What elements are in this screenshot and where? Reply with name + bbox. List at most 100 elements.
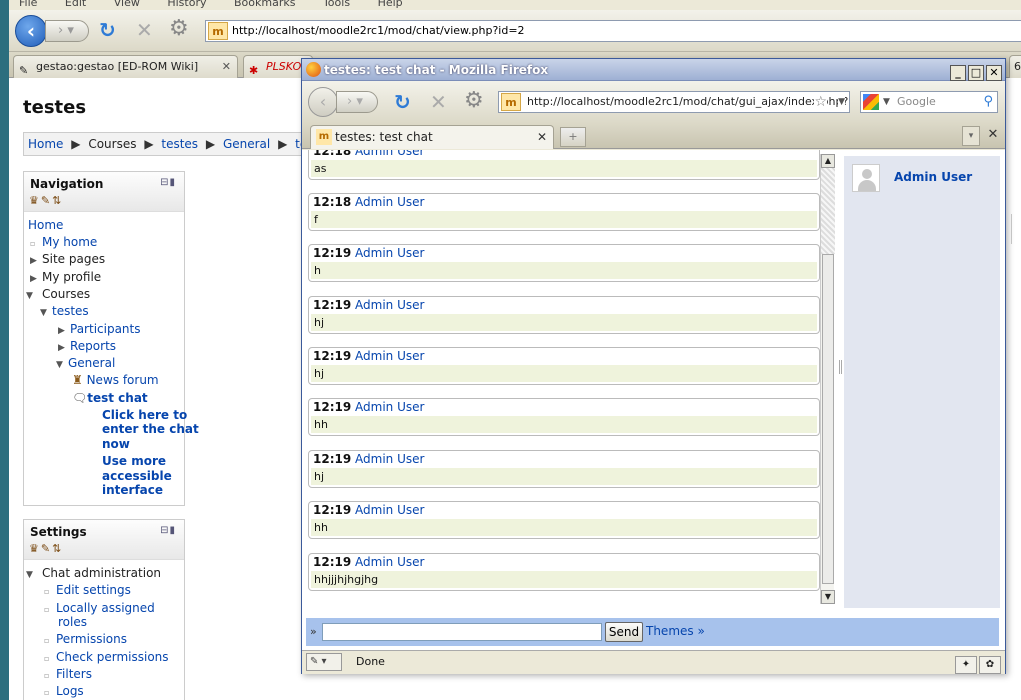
message-user[interactable]: Admin User <box>355 452 424 466</box>
tab-wiki[interactable]: ✎ gestao:gestao [ED-ROM Wiki] ✕ <box>13 55 238 78</box>
message-user[interactable]: Admin User <box>355 195 424 209</box>
nav-my-profile[interactable]: ▶ My profile <box>30 270 101 284</box>
status-bar: ✎ ▾ Done ✦ ✿ <box>302 650 1005 674</box>
back-button[interactable]: ‹ <box>308 87 338 117</box>
chat-link-accessible-1[interactable]: Use more <box>102 454 166 468</box>
url-dropdown-icon[interactable]: ▼ <box>838 92 845 112</box>
nav-label: My home <box>42 235 98 249</box>
message-text: hj <box>311 314 817 331</box>
chat-link-enter-1[interactable]: Click here to <box>102 408 187 422</box>
chat-link-enter-3[interactable]: now <box>102 437 130 451</box>
settings-chat-admin[interactable]: ▼ Chat administration <box>26 566 161 580</box>
bookmark-star-icon[interactable]: ☆ <box>814 92 827 112</box>
message-user[interactable]: Admin User <box>355 298 424 312</box>
nav-test-chat[interactable]: 🗨test chat <box>72 391 148 405</box>
pane-splitter[interactable] <box>839 360 842 374</box>
collapse-icon: ▼ <box>40 308 47 318</box>
message-user[interactable]: Admin User <box>355 555 424 569</box>
message-text: hj <box>311 365 817 382</box>
page-title: testes <box>23 97 87 118</box>
tab-list-button[interactable]: ▾ <box>962 126 980 146</box>
url-bar[interactable]: m http://localhost/moodle2rc1/mod/chat/v… <box>205 20 1021 42</box>
messages-scrollbar[interactable]: ▲ ▼ <box>820 154 835 604</box>
block-dock-icon[interactable]: ⊟▮ <box>160 525 176 536</box>
minimize-button[interactable]: _ <box>950 65 966 81</box>
stop-icon[interactable]: ✕ <box>136 18 153 42</box>
gear-icon[interactable]: ⚙ <box>464 88 484 113</box>
settings-local-roles[interactable]: ▫ Locally assigned <box>44 601 155 615</box>
settings-logs[interactable]: ▫ Logs <box>44 684 84 698</box>
user-name[interactable]: Admin User <box>894 170 972 184</box>
menu-tools[interactable]: Tools <box>323 0 350 9</box>
message-input[interactable] <box>322 623 602 641</box>
menu-file[interactable]: File <box>19 0 37 9</box>
stop-icon[interactable]: ✕ <box>430 90 447 114</box>
chat-link-accessible-3[interactable]: interface <box>102 483 163 497</box>
developer-tools-icon[interactable]: ✎ ▾ <box>306 653 342 671</box>
scroll-up-icon[interactable]: ▲ <box>821 154 835 168</box>
nav-my-home[interactable]: ▫ My home <box>30 235 97 249</box>
message-user[interactable]: Admin User <box>355 150 424 158</box>
nav-reports[interactable]: ▶ Reports <box>58 339 116 353</box>
message-user[interactable]: Admin User <box>355 349 424 363</box>
search-icon[interactable]: ⚲ <box>983 92 993 112</box>
block-dock-icon[interactable]: ⊟▮ <box>160 177 176 188</box>
message-user[interactable]: Admin User <box>355 400 424 414</box>
tab-close-icon[interactable]: ✕ <box>537 126 547 148</box>
breadcrumb-general[interactable]: General <box>223 137 270 151</box>
message-user[interactable]: Admin User <box>355 503 424 517</box>
new-tab-button[interactable]: + <box>560 127 586 147</box>
scroll-down-icon[interactable]: ▼ <box>821 590 835 604</box>
close-tab-button[interactable]: ✕ <box>984 126 1002 146</box>
nav-courses[interactable]: ▼ Courses <box>26 287 90 301</box>
settings-filters[interactable]: ▫ Filters <box>44 667 92 681</box>
menu-edit[interactable]: Edit <box>65 0 86 9</box>
tab-close-icon[interactable]: ✕ <box>222 56 231 77</box>
firebug-icon[interactable]: ✿ <box>979 656 1001 674</box>
reload-icon[interactable]: ↻ <box>394 90 411 114</box>
status-icons: ✦ ✿ <box>953 653 1001 675</box>
chat-message: 12:19 Admin User hj <box>308 347 820 385</box>
reload-icon[interactable]: ↻ <box>99 18 116 42</box>
back-button[interactable]: ‹ <box>15 15 47 47</box>
forward-button[interactable]: › ▾ <box>336 91 378 113</box>
close-button[interactable]: ✕ <box>986 65 1002 81</box>
block-tools-icon[interactable]: ♛✎⇅ <box>29 194 63 207</box>
scroll-track[interactable] <box>821 168 835 254</box>
breadcrumb-courses[interactable]: Courses <box>88 137 136 151</box>
breadcrumb-testes[interactable]: testes <box>161 137 198 151</box>
settings-check-permissions[interactable]: ▫ Check permissions <box>44 650 169 664</box>
settings-local-roles-2[interactable]: roles <box>58 615 87 629</box>
search-engine-dropdown-icon[interactable]: ▼ <box>883 92 890 112</box>
search-box[interactable]: ▼ Google ⚲ <box>860 91 998 113</box>
block-tools-icon[interactable]: ♛✎⇅ <box>29 542 63 555</box>
chat-message: 12:19 Admin User hj <box>308 296 820 334</box>
nav-site-pages[interactable]: ▶ Site pages <box>30 252 105 266</box>
menu-help[interactable]: Help <box>378 0 403 9</box>
forward-button[interactable]: › ▾ <box>45 20 89 42</box>
chat-link-enter-2[interactable]: enter the chat <box>102 422 199 436</box>
maximize-button[interactable]: □ <box>968 65 984 81</box>
themes-link[interactable]: Themes » <box>646 624 705 638</box>
scroll-thumb[interactable] <box>822 254 834 584</box>
nav-general[interactable]: ▼ General <box>56 356 115 370</box>
nav-participants[interactable]: ▶ Participants <box>58 322 141 336</box>
settings-edit[interactable]: ▫ Edit settings <box>44 583 131 597</box>
nav-testes[interactable]: ▼ testes <box>40 304 89 318</box>
nav-label: test chat <box>87 391 148 405</box>
addon-icon[interactable]: ✦ <box>955 656 977 674</box>
menu-bookmarks[interactable]: Bookmarks <box>234 0 295 9</box>
nav-news-forum[interactable]: ♜ News forum <box>72 373 159 387</box>
message-user[interactable]: Admin User <box>355 246 424 260</box>
gear-icon[interactable]: ⚙ <box>169 16 189 41</box>
chat-link-accessible-2[interactable]: accessible <box>102 469 172 483</box>
nav-home[interactable]: Home <box>28 218 63 232</box>
tab-test-chat[interactable]: m testes: test chat ✕ <box>310 125 554 149</box>
send-button[interactable]: Send <box>605 622 643 642</box>
menu-view[interactable]: View <box>114 0 140 9</box>
tab-partial[interactable]: 64 <box>1009 55 1021 78</box>
popup-url-bar[interactable]: m http://localhost/moodle2rc1/mod/chat/g… <box>498 91 850 113</box>
menu-history[interactable]: History <box>167 0 206 9</box>
settings-permissions[interactable]: ▫ Permissions <box>44 632 127 646</box>
breadcrumb-home[interactable]: Home <box>28 137 63 151</box>
